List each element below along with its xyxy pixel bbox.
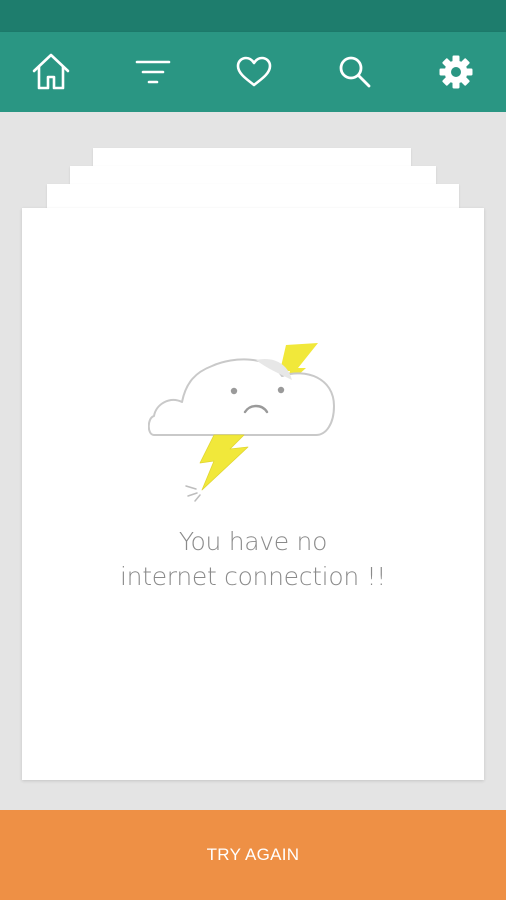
- search-icon: [338, 55, 372, 89]
- no-connection-message: You have no internet connection !!: [22, 524, 484, 594]
- nav-favorites-button[interactable]: [232, 50, 276, 94]
- try-again-button[interactable]: TRY AGAIN: [0, 810, 506, 900]
- error-card: You have no internet connection !!: [22, 208, 484, 780]
- filter-icon: [133, 57, 173, 87]
- nav-settings-button[interactable]: [434, 50, 478, 94]
- message-line-2: internet connection !!: [120, 562, 386, 591]
- sad-cloud-lightning-icon: [147, 338, 344, 508]
- nav-search-button[interactable]: [333, 50, 377, 94]
- nav-filter-button[interactable]: [131, 50, 175, 94]
- nav-home-button[interactable]: [29, 50, 73, 94]
- message-line-1: You have no: [178, 527, 328, 556]
- home-icon: [31, 52, 71, 92]
- gear-icon: [438, 54, 474, 90]
- top-nav-bar: [0, 32, 506, 112]
- content-area: You have no internet connection !!: [0, 112, 506, 810]
- status-bar: [0, 0, 506, 32]
- heart-icon: [236, 56, 272, 88]
